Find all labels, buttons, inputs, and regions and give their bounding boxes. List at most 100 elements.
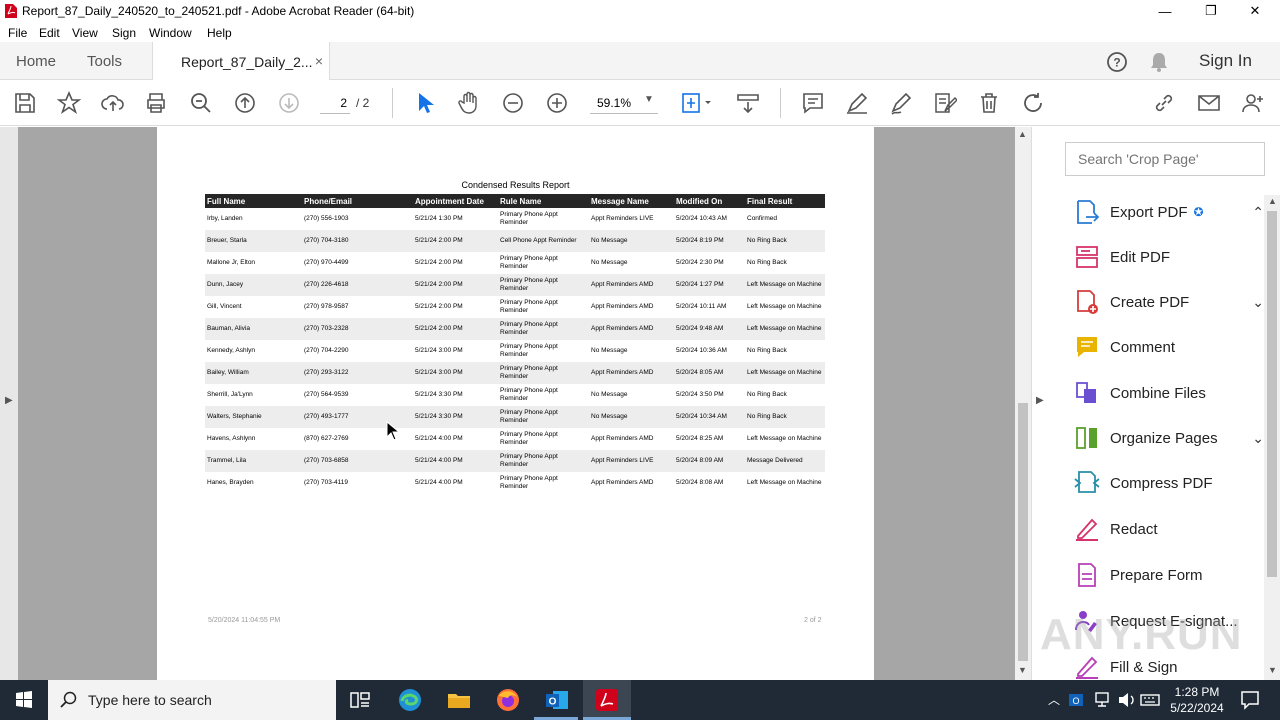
- page-fit-icon[interactable]: [680, 91, 714, 115]
- tab-home[interactable]: Home: [16, 42, 56, 80]
- edit-pdf-toolbar-icon[interactable]: [933, 91, 957, 115]
- tools-pane-scroll-thumb[interactable]: [1267, 211, 1277, 577]
- left-nav-panel-toggle[interactable]: ▶: [0, 127, 18, 680]
- hand-tool-icon[interactable]: [457, 91, 481, 115]
- close-window-button[interactable]: ✕: [1232, 0, 1278, 22]
- tools-pane-scrollbar[interactable]: ▲ ▼: [1264, 195, 1280, 680]
- chevron-down-icon[interactable]: ⌄: [1252, 430, 1264, 447]
- table-cell: 5/20/24 8:08 AM: [676, 478, 724, 486]
- minimize-button[interactable]: —: [1142, 0, 1188, 22]
- table-cell: Primary Phone Appt Reminder: [500, 298, 558, 314]
- scroll-mode-icon[interactable]: [736, 91, 760, 115]
- chevron-up-icon[interactable]: ⌃: [1252, 204, 1264, 221]
- close-tab-button[interactable]: ×: [315, 53, 323, 69]
- tab-document[interactable]: Report_87_Daily_2... ×: [152, 42, 330, 81]
- file-explorer-icon[interactable]: [445, 686, 473, 714]
- task-view-icon[interactable]: [346, 686, 374, 714]
- tool-prepare-form[interactable]: Prepare Form: [1074, 560, 1264, 590]
- email-icon[interactable]: [1197, 91, 1221, 115]
- tool-comment[interactable]: Comment: [1074, 332, 1264, 362]
- chevron-down-icon[interactable]: ⌄: [1252, 294, 1264, 311]
- outlook-icon[interactable]: O: [543, 686, 571, 714]
- firefox-icon[interactable]: [494, 686, 522, 714]
- volume-icon[interactable]: [1116, 686, 1138, 714]
- save-icon[interactable]: [13, 91, 37, 115]
- mouse-cursor-icon: [386, 421, 400, 441]
- table-cell: No Ring Back: [745, 230, 825, 252]
- tab-tools[interactable]: Tools: [87, 42, 122, 80]
- taskbar-clock[interactable]: 1:28 PM 5/22/2024: [1164, 684, 1230, 716]
- windows-start-icon[interactable]: [10, 686, 38, 714]
- tool-export-pdf[interactable]: Export PDF ✪ ⌃: [1074, 197, 1264, 227]
- table-cell: Gill, Vincent: [207, 302, 242, 310]
- tool-label: Fill & Sign: [1110, 658, 1178, 676]
- help-icon[interactable]: ?: [1106, 51, 1128, 73]
- taskbar-search-box[interactable]: Type here to search: [48, 680, 336, 720]
- table-cell: Breuer, Starla: [205, 230, 302, 252]
- tools-search-input[interactable]: [1065, 142, 1265, 176]
- menu-file[interactable]: File: [8, 26, 27, 40]
- right-panel-toggle[interactable]: ▶: [1031, 127, 1050, 680]
- add-user-icon[interactable]: [1241, 91, 1265, 115]
- page-number-input[interactable]: [320, 92, 350, 114]
- highlight-pen-icon[interactable]: [845, 91, 869, 115]
- draw-sign-icon[interactable]: [889, 91, 913, 115]
- collapse-right-panel-icon[interactable]: ▶: [1036, 395, 1044, 406]
- table-row: Kennedy, Ashlyn (270) 704-2290 5/21/24 3:0…: [205, 340, 825, 362]
- tab-document-label: Report_87_Daily_2...: [181, 53, 313, 70]
- menu-edit[interactable]: Edit: [39, 26, 60, 40]
- tool-label: Create PDF: [1110, 293, 1190, 311]
- keyboard-icon[interactable]: [1139, 686, 1161, 714]
- scroll-down-arrow-icon[interactable]: ▼: [1018, 665, 1027, 675]
- menu-view[interactable]: View: [72, 26, 98, 40]
- table-cell: (270) 703-6858: [302, 450, 413, 472]
- document-vertical-scrollbar[interactable]: ▲ ▼: [1015, 127, 1031, 680]
- scroll-down-arrow-icon[interactable]: ▼: [1268, 665, 1277, 675]
- zoom-dropdown-caret-icon[interactable]: ▼: [644, 94, 654, 105]
- select-cursor-icon[interactable]: [413, 91, 437, 115]
- sign-in-button[interactable]: Sign In: [1199, 42, 1252, 80]
- menu-window[interactable]: Window: [149, 26, 192, 40]
- scroll-up-arrow-icon[interactable]: ▲: [1018, 129, 1027, 139]
- table-cell: (270) 970-4499: [304, 258, 349, 266]
- table-row: Dunn, Jacey (270) 226-4618 5/21/24 2:00 PM…: [205, 274, 825, 296]
- table-row: Gill, Vincent (270) 978-9587 5/21/24 2:00 …: [205, 296, 825, 318]
- table-cell: Cell Phone Appt Reminder: [498, 230, 589, 252]
- show-hidden-icons-chevron-icon[interactable]: ︿: [1048, 691, 1060, 708]
- bookmark-star-icon[interactable]: [57, 91, 81, 115]
- tool-create-pdf[interactable]: Create PDF ⌄: [1074, 287, 1264, 317]
- tool-organize-pages[interactable]: Organize Pages ⌄: [1074, 423, 1264, 453]
- acrobat-reader-taskbar-icon[interactable]: [593, 686, 621, 714]
- expand-left-panel-icon[interactable]: ▶: [5, 395, 13, 406]
- table-cell: Kennedy, Ashlyn: [207, 346, 255, 354]
- tool-compress-pdf[interactable]: Compress PDF: [1074, 468, 1264, 498]
- menu-sign[interactable]: Sign: [112, 26, 136, 40]
- tool-redact[interactable]: Redact: [1074, 514, 1264, 544]
- zoom-out-icon[interactable]: [501, 91, 525, 115]
- upload-cloud-icon[interactable]: [101, 91, 125, 115]
- scroll-up-arrow-icon[interactable]: ▲: [1268, 196, 1277, 206]
- previous-page-icon[interactable]: [233, 91, 257, 115]
- next-page-icon[interactable]: [277, 91, 301, 115]
- menu-help[interactable]: Help: [207, 26, 232, 40]
- outlook-tray-icon[interactable]: O: [1066, 686, 1088, 714]
- restore-button[interactable]: ❐: [1188, 0, 1234, 22]
- print-icon[interactable]: [144, 91, 168, 115]
- tool-combine-files[interactable]: Combine Files: [1074, 378, 1264, 408]
- zoom-in-icon[interactable]: [545, 91, 569, 115]
- zoom-search-icon[interactable]: [189, 91, 213, 115]
- share-link-icon[interactable]: [1152, 91, 1176, 115]
- network-icon[interactable]: [1092, 686, 1114, 714]
- comment-icon[interactable]: [801, 91, 825, 115]
- edge-browser-icon[interactable]: [396, 686, 424, 714]
- clock-time: 1:28 PM: [1174, 685, 1220, 699]
- delete-trash-icon[interactable]: [977, 91, 1001, 115]
- table-cell: Primary Phone Appt Reminder: [498, 274, 589, 296]
- document-scroll-thumb[interactable]: [1018, 403, 1028, 661]
- tool-edit-pdf[interactable]: Edit PDF: [1074, 242, 1264, 272]
- action-center-notification-icon[interactable]: [1236, 686, 1264, 714]
- table-cell: 5/21/24 3:30 PM: [415, 390, 463, 398]
- report-footer-page-number: 2 of 2: [804, 617, 822, 624]
- notification-bell-icon[interactable]: [1149, 51, 1169, 73]
- rotate-icon[interactable]: [1021, 91, 1045, 115]
